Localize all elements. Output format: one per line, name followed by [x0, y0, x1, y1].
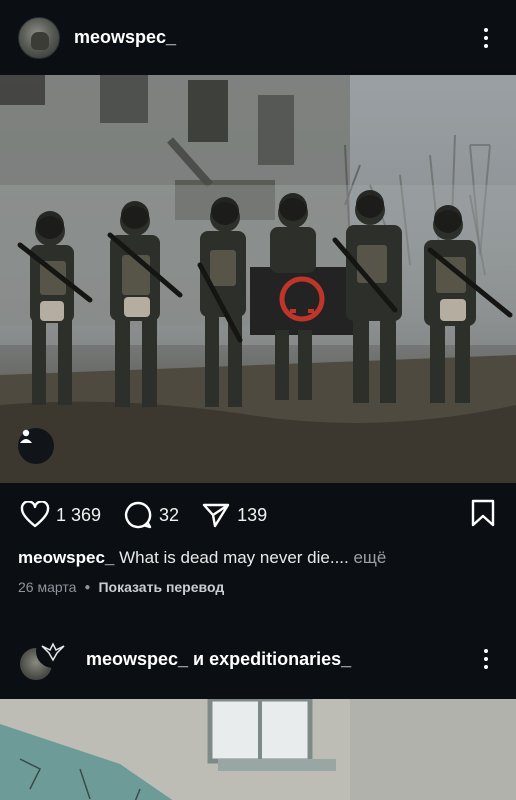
separator-dot: ● — [84, 581, 91, 593]
post-2: meowspec_ и expeditionaries_ — [0, 619, 516, 800]
post-meta: 26 марта ● Показать перевод — [0, 569, 516, 595]
username[interactable]: meowspec_ и expeditionaries_ — [86, 649, 474, 670]
avatar[interactable] — [18, 16, 60, 59]
shares-count: 139 — [237, 504, 268, 525]
like-action[interactable]: 1 369 — [20, 501, 101, 529]
caption-text: What is dead may never die.... — [119, 548, 349, 567]
bookmark-icon[interactable] — [470, 499, 496, 527]
username[interactable]: meowspec_ — [74, 27, 474, 48]
caption: meowspec_ What is dead may never die....… — [0, 547, 516, 569]
action-bar: 1 369 32 139 — [0, 483, 516, 547]
post-header: meowspec_ и expeditionaries_ — [0, 619, 516, 699]
user-tag-icon[interactable] — [18, 428, 54, 464]
post-photo[interactable] — [0, 75, 516, 483]
post-1: meowspec_ 1 369 32 139 meowspec_ What is… — [0, 0, 516, 595]
more-icon[interactable] — [474, 644, 498, 674]
heart-icon[interactable] — [20, 501, 50, 529]
share-action[interactable]: 139 — [201, 501, 267, 529]
comments-count: 32 — [159, 504, 180, 525]
collab-avatar[interactable] — [36, 634, 70, 668]
collab-avatars[interactable] — [18, 634, 72, 684]
caption-more-link[interactable]: ещё — [353, 548, 386, 567]
post-date: 26 марта — [18, 579, 77, 595]
post-header: meowspec_ — [0, 0, 516, 75]
post-photo[interactable] — [0, 699, 516, 800]
bookmark-button[interactable] — [470, 499, 496, 532]
share-icon[interactable] — [201, 501, 231, 529]
comment-action[interactable]: 32 — [123, 500, 179, 530]
likes-count: 1 369 — [56, 504, 102, 525]
wing-emblem-icon — [41, 642, 65, 662]
more-icon[interactable] — [474, 23, 498, 53]
translate-link[interactable]: Показать перевод — [98, 579, 224, 595]
caption-username[interactable]: meowspec_ — [18, 548, 114, 567]
comment-icon[interactable] — [123, 500, 153, 530]
